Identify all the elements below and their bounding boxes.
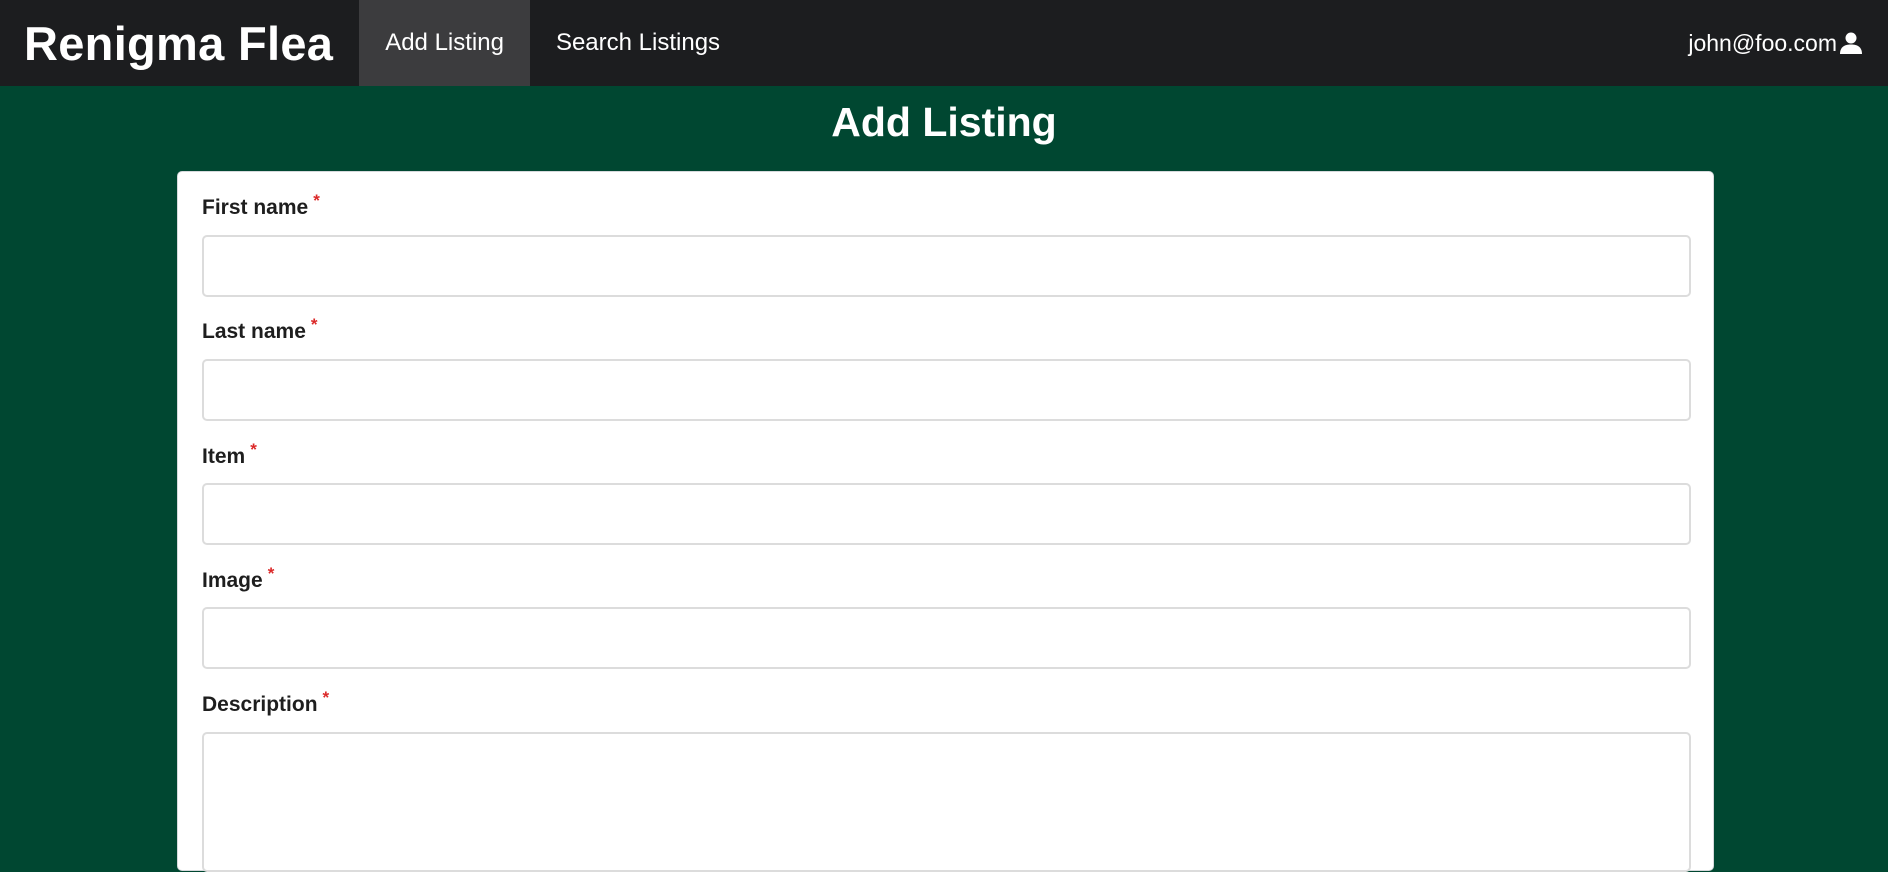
required-marker: *: [313, 191, 320, 210]
image-input[interactable]: [202, 607, 1691, 669]
brand-logo-text[interactable]: Renigma Flea: [24, 16, 333, 71]
required-marker: *: [310, 315, 318, 334]
last-name-label: Last name *: [202, 315, 318, 343]
required-marker: *: [267, 564, 275, 583]
tab-add-listing-label: Add Listing: [385, 29, 504, 56]
user-menu[interactable]: john@foo.com: [1688, 0, 1863, 86]
tab-add-listing[interactable]: Add Listing: [359, 0, 530, 86]
last-name-input[interactable]: [202, 359, 1691, 421]
item-input[interactable]: [202, 483, 1691, 545]
required-marker: *: [322, 688, 330, 707]
tab-search-listings[interactable]: Search Listings: [530, 0, 746, 86]
first-name-input[interactable]: [202, 235, 1691, 297]
item-label: Item *: [202, 440, 257, 468]
image-label: Image *: [202, 564, 275, 592]
top-navbar: Renigma Flea Add Listing Search Listings…: [0, 0, 1888, 86]
required-marker: *: [250, 440, 257, 459]
first-name-label: First name *: [202, 191, 320, 219]
add-listing-form: First name * Last name * Item * Image * Desc…: [177, 171, 1714, 872]
user-icon: [1840, 32, 1862, 54]
page-title: Add Listing: [831, 99, 1057, 145]
tab-search-listings-label: Search Listings: [555, 29, 721, 56]
description-textarea[interactable]: [202, 732, 1691, 872]
user-email: john@foo.com: [1688, 29, 1837, 56]
description-label: Description *: [202, 688, 330, 716]
